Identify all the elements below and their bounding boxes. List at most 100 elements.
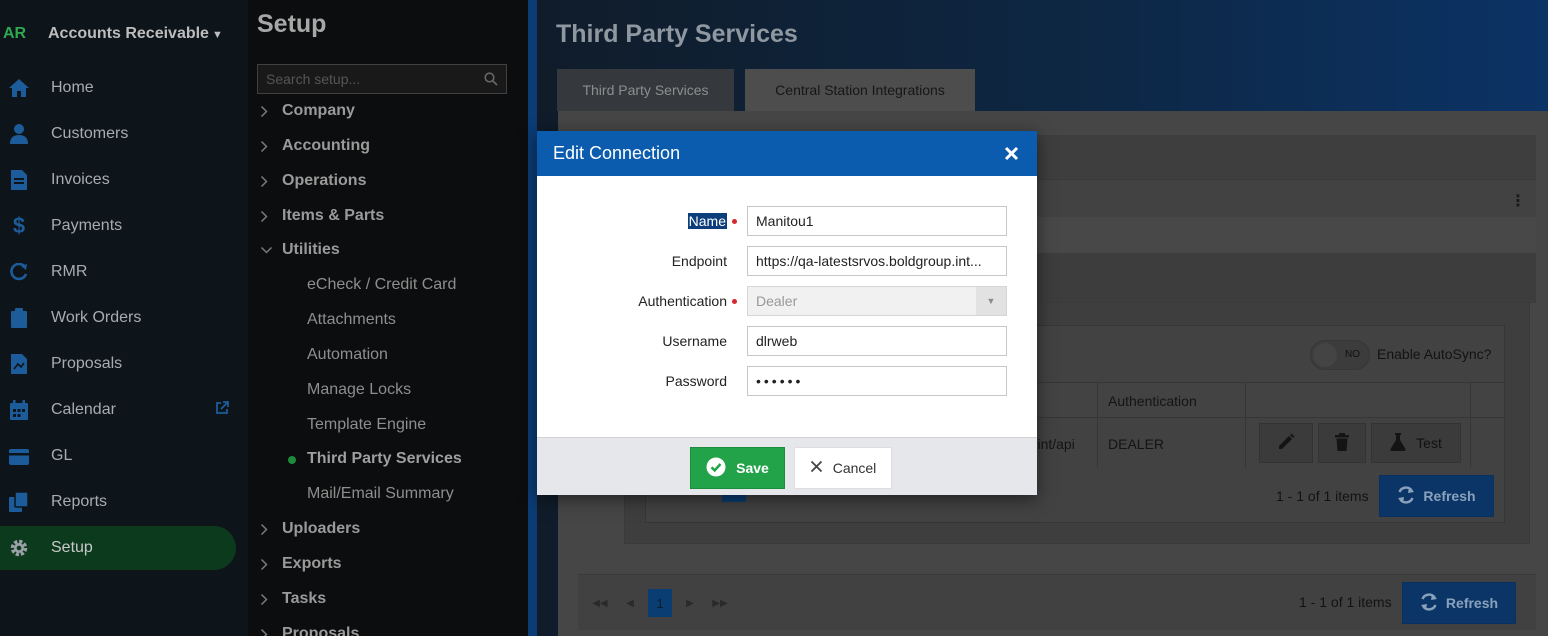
reports-icon	[8, 491, 30, 513]
next-page-icon[interactable]: ▶	[678, 589, 702, 617]
refresh-label: Refresh	[1445, 595, 1499, 611]
chevron-right-icon	[260, 558, 282, 571]
setup-item-uploaders[interactable]: Uploaders	[260, 514, 360, 544]
setup-sub-mail-summary[interactable]: Mail/Email Summary	[307, 479, 454, 509]
save-label: Save	[736, 460, 769, 476]
setup-item-label: Utilities	[282, 241, 340, 258]
setup-sub-manage-locks[interactable]: Manage Locks	[307, 375, 411, 405]
active-indicator-dot	[288, 456, 296, 464]
autosync-label: Enable AutoSync?	[1377, 346, 1492, 362]
setup-item-company[interactable]: Company	[260, 96, 355, 126]
nav-label: Reports	[51, 493, 108, 510]
app-badge: AR	[3, 25, 27, 42]
setup-item-tasks[interactable]: Tasks	[260, 584, 326, 614]
required-indicator	[732, 219, 737, 224]
name-field[interactable]: Manitou1	[747, 206, 1007, 236]
nav-label: Calendar	[51, 401, 116, 418]
setup-sub-third-party[interactable]: Third Party Services	[288, 444, 462, 474]
setup-sub-template-engine[interactable]: Template Engine	[307, 410, 426, 440]
nav-item-setup[interactable]: Setup	[0, 526, 236, 570]
dialog-title: Edit Connection	[553, 143, 681, 163]
chevron-right-icon	[260, 105, 282, 118]
external-link-icon[interactable]	[215, 401, 229, 420]
cancel-button[interactable]: Cancel	[794, 447, 892, 489]
outer-refresh-button[interactable]: Refresh	[1402, 582, 1516, 624]
save-button[interactable]: Save	[690, 447, 785, 489]
nav-label: Work Orders	[51, 309, 142, 326]
gear-icon	[8, 537, 30, 559]
authentication-select[interactable]: Dealer ▼	[747, 286, 1007, 316]
cancel-label: Cancel	[832, 460, 877, 476]
main-nav: AR Accounts Receivable ▼ Home Customers …	[0, 0, 248, 636]
nav-item-work-orders[interactable]: Work Orders	[0, 296, 236, 340]
setup-item-label: Operations	[282, 172, 367, 189]
setup-item-exports[interactable]: Exports	[260, 549, 342, 579]
last-page-icon[interactable]: ▶▶	[708, 589, 732, 617]
first-page-icon[interactable]: ◀◀	[588, 589, 612, 617]
setup-item-label: Exports	[282, 555, 342, 572]
close-icon[interactable]	[1001, 144, 1021, 164]
setup-title: Setup	[257, 10, 327, 38]
grid-col-divider	[1245, 382, 1246, 468]
nav-item-invoices[interactable]: Invoices	[0, 158, 236, 202]
setup-item-accounting[interactable]: Accounting	[260, 131, 370, 161]
toggle-state: NO	[1345, 349, 1360, 360]
nav-item-proposals[interactable]: Proposals	[0, 342, 236, 386]
tab-central-station-integrations[interactable]: Central Station Integrations	[745, 69, 975, 111]
dropdown-arrow-icon[interactable]: ▼	[976, 287, 1006, 315]
inner-refresh-button[interactable]: Refresh	[1379, 475, 1494, 517]
nav-item-rmr[interactable]: RMR	[0, 250, 236, 294]
tab-third-party-services[interactable]: Third Party Services	[557, 69, 734, 111]
setup-item-utilities[interactable]: Utilities	[260, 235, 340, 265]
nav-item-reports[interactable]: Reports	[0, 480, 236, 524]
more-options-icon[interactable]: ⋮	[1510, 191, 1526, 211]
username-row: Username dlrweb	[537, 326, 1037, 356]
refresh-label: Refresh	[1423, 488, 1476, 504]
setup-item-operations[interactable]: Operations	[260, 166, 366, 196]
username-label: Username	[662, 333, 727, 349]
inner-item-count: 1 - 1 of 1 items	[1276, 488, 1369, 504]
nav-item-gl[interactable]: GL	[0, 434, 236, 478]
setup-item-items-parts[interactable]: Items & Parts	[260, 201, 384, 231]
setup-search-input[interactable]	[258, 65, 506, 93]
nav-item-customers[interactable]: Customers	[0, 112, 236, 156]
setup-sub-automation[interactable]: Automation	[307, 340, 388, 370]
delete-button[interactable]	[1318, 423, 1366, 463]
nav-label: Proposals	[51, 355, 123, 372]
nav-item-payments[interactable]: $ Payments	[0, 204, 236, 248]
nav-item-home[interactable]: Home	[0, 66, 236, 110]
setup-sub-attachments[interactable]: Attachments	[307, 305, 396, 335]
page-number[interactable]: 1	[648, 589, 672, 617]
setup-sub-echeck[interactable]: eCheck / Credit Card	[307, 270, 456, 300]
flask-icon	[1390, 432, 1406, 454]
edit-connection-dialog: Edit Connection Name Manitou1 Endpoint h…	[537, 131, 1037, 495]
outer-pager-bar: ◀◀ ◀ 1 ▶ ▶▶ 1 - 1 of 1 items Refresh	[578, 574, 1536, 630]
refresh-icon	[1420, 592, 1438, 614]
endpoint-field[interactable]: https://qa-latestsrvos.boldgroup.int...	[747, 246, 1007, 276]
toggle-knob	[1313, 343, 1337, 367]
nav-label: GL	[51, 447, 73, 464]
nav-label: Setup	[51, 539, 93, 556]
search-icon[interactable]	[484, 72, 498, 91]
app-switcher[interactable]: AR Accounts Receivable ▼	[0, 18, 223, 50]
grid-cell-authentication: DEALER	[1108, 436, 1165, 452]
setup-item-label: Items & Parts	[282, 207, 385, 224]
refresh-icon	[1397, 485, 1415, 507]
username-field[interactable]: dlrweb	[747, 326, 1007, 356]
edit-button[interactable]	[1259, 423, 1313, 463]
name-label: Name	[687, 213, 727, 229]
prev-page-icon[interactable]: ◀	[618, 589, 642, 617]
setup-item-label: Tasks	[282, 590, 327, 607]
password-field[interactable]: ••••••	[747, 366, 1007, 396]
chevron-right-icon	[260, 140, 282, 153]
setup-item-label: Accounting	[282, 137, 370, 154]
setup-item-proposals[interactable]: Proposals	[260, 619, 359, 636]
nav-item-calendar[interactable]: Calendar	[0, 388, 236, 432]
setup-sub-label: Third Party Services	[307, 450, 462, 467]
test-button[interactable]: Test	[1371, 423, 1461, 463]
nav-label: Customers	[51, 125, 129, 142]
trash-icon	[1334, 432, 1350, 454]
proposal-icon	[8, 353, 30, 375]
autosync-toggle[interactable]: NO	[1310, 340, 1370, 370]
grid-header-authentication[interactable]: Authentication	[1108, 393, 1197, 409]
